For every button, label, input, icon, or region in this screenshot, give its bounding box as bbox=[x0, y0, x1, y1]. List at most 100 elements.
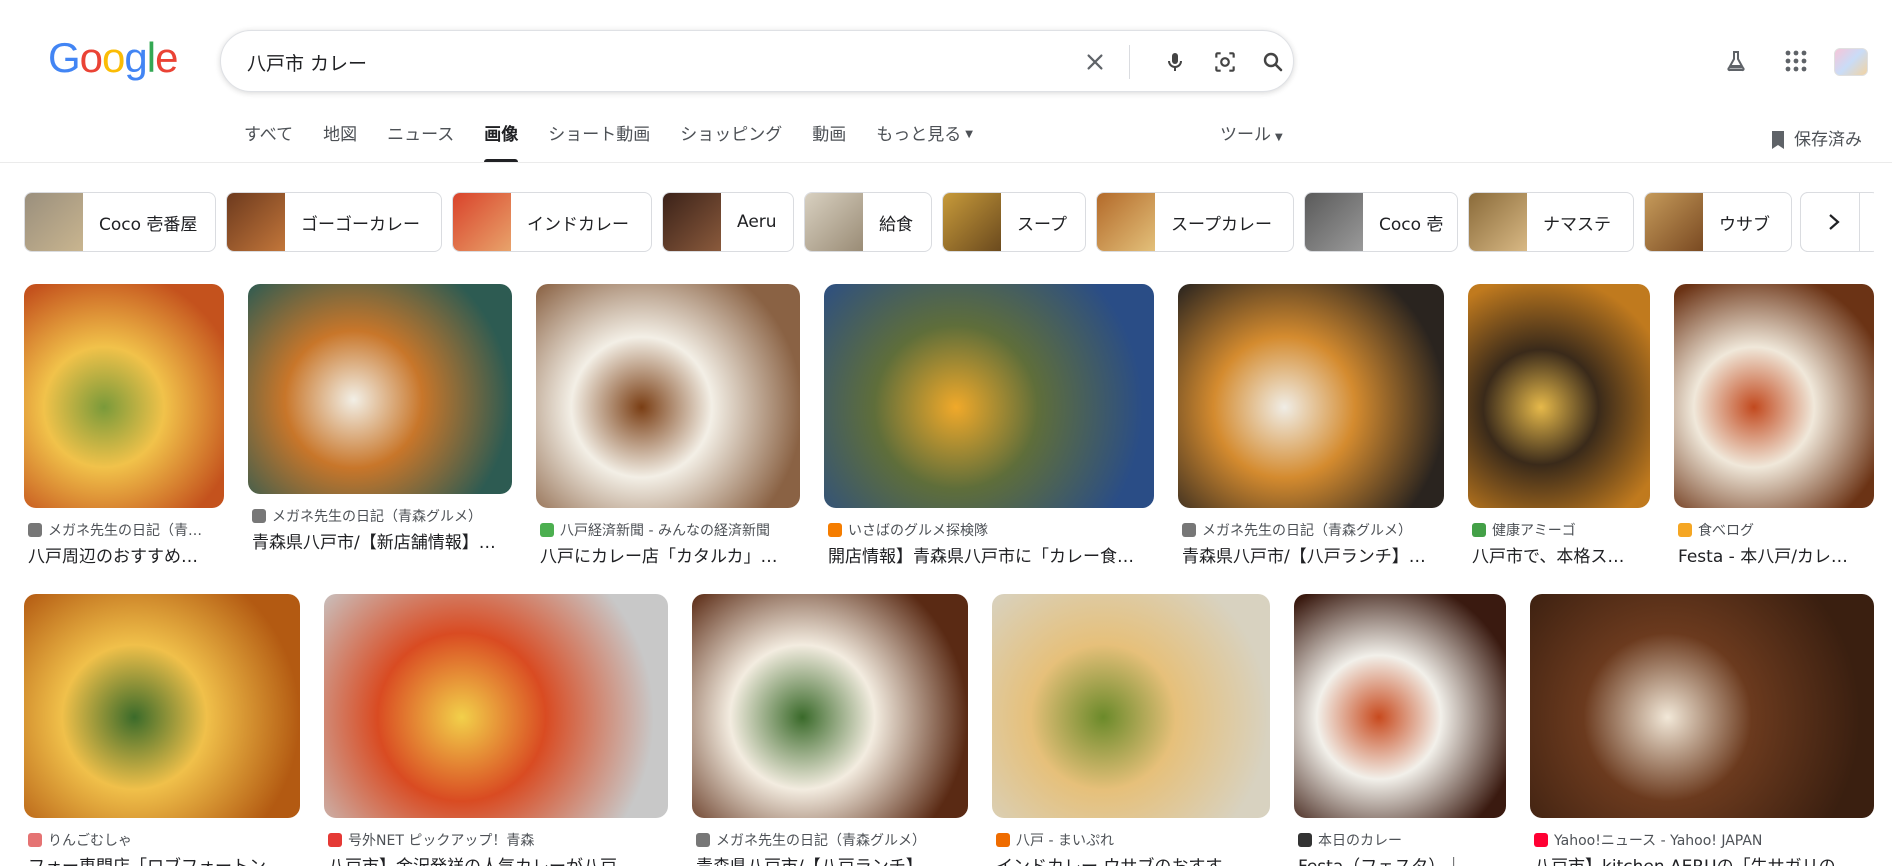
result-thumbnail[interactable] bbox=[1178, 284, 1444, 508]
result-thumbnail[interactable] bbox=[1468, 284, 1650, 508]
result-thumbnail[interactable] bbox=[24, 284, 224, 508]
account-avatar[interactable] bbox=[1834, 48, 1868, 76]
source-name: 食べログ bbox=[1698, 523, 1754, 539]
tab-5[interactable]: ショッピング bbox=[680, 118, 782, 162]
result-title[interactable]: Festa - 本八戸/カレ… bbox=[1678, 542, 1874, 567]
image-result[interactable]: Yahoo!ニュース - Yahoo! JAPAN 八戸市】kitchen AER… bbox=[1530, 594, 1874, 866]
result-title[interactable]: 青森県八戸市/【新店舗情報】… bbox=[252, 528, 512, 553]
google-logo[interactable]: Google bbox=[48, 34, 178, 82]
image-result[interactable]: いさばのグルメ探検隊 開店情報】青森県八戸市に「カレー食… bbox=[824, 284, 1154, 578]
chip-label: Aeru bbox=[737, 212, 777, 232]
image-result[interactable]: 号外NET ピックアップ！青森八戸市】金沢発祥の人気カレーが八戸 bbox=[324, 594, 668, 866]
tab-7[interactable]: もっと見る ▼ bbox=[876, 118, 973, 162]
microphone-icon[interactable] bbox=[1157, 44, 1193, 80]
tab-6[interactable]: 動画 bbox=[812, 118, 846, 162]
image-result[interactable]: 八戸経済新聞 - みんなの経済新聞 八戸にカレー店「カタルカ」… bbox=[536, 284, 800, 578]
chip-3[interactable]: Aeru bbox=[662, 192, 794, 252]
result-source[interactable]: 八戸 - まいぷれ bbox=[996, 830, 1270, 850]
chip-8[interactable]: ナマステ bbox=[1468, 192, 1634, 252]
tab-4[interactable]: ショート動画 bbox=[548, 118, 650, 162]
result-source[interactable]: メガネ先生の日記（青森グルメ） bbox=[252, 506, 512, 526]
image-result[interactable]: メガネ先生の日記（青森グルメ） 青森県八戸市/【八戸ランチ】 bbox=[692, 594, 968, 866]
image-result[interactable]: 健康アミーゴ 八戸市で、本格ス… bbox=[1468, 284, 1650, 578]
result-source[interactable]: りんごむしゃ bbox=[28, 830, 300, 850]
result-thumbnail[interactable] bbox=[248, 284, 512, 494]
image-result[interactable]: 八戸 - まいぷれインドカレー ウサブのおすす bbox=[992, 594, 1270, 866]
tab-0[interactable]: すべて bbox=[244, 118, 293, 162]
result-title[interactable]: インドカレー ウサブのおすす bbox=[996, 852, 1270, 866]
result-source[interactable]: 本日のカレー bbox=[1298, 830, 1506, 850]
result-title[interactable]: 八戸周辺のおすすめ… bbox=[28, 542, 224, 567]
result-source[interactable]: いさばのグルメ探検隊 bbox=[828, 520, 1154, 540]
favicon-icon bbox=[1534, 833, 1548, 847]
saved-button[interactable]: 保存済み bbox=[1770, 126, 1862, 154]
result-source[interactable]: メガネ先生の日記（青森グルメ） bbox=[696, 830, 968, 850]
result-thumbnail[interactable] bbox=[536, 284, 800, 508]
close-icon[interactable] bbox=[1077, 44, 1113, 80]
favicon-icon bbox=[696, 833, 710, 847]
result-thumbnail[interactable] bbox=[1530, 594, 1874, 818]
result-title[interactable]: 八戸市】金沢発祥の人気カレーが八戸 bbox=[328, 852, 668, 866]
image-result[interactable]: メガネ先生の日記（青森グルメ） 青森県八戸市/【新店舗情報】… bbox=[248, 284, 512, 564]
tab-3[interactable]: 画像 bbox=[484, 118, 519, 162]
chip-label: ウサブ bbox=[1719, 214, 1770, 235]
chevron-right-icon[interactable] bbox=[1800, 192, 1860, 252]
search-box bbox=[220, 30, 1294, 92]
favicon-icon bbox=[1182, 523, 1196, 537]
result-title[interactable]: 開店情報】青森県八戸市に「カレー食… bbox=[828, 542, 1154, 567]
chip-label: Coco 壱番屋 bbox=[99, 214, 198, 235]
result-title[interactable]: 八戸市】kitchen AERUの「牛サガリの bbox=[1534, 852, 1874, 866]
search-icon[interactable] bbox=[1255, 44, 1291, 80]
tab-label: ショッピング bbox=[680, 125, 783, 145]
chip-7[interactable]: Coco 壱 bbox=[1304, 192, 1458, 252]
result-thumbnail[interactable] bbox=[1294, 594, 1506, 818]
result-source[interactable]: 号外NET ピックアップ！青森 bbox=[328, 830, 668, 850]
result-thumbnail[interactable] bbox=[324, 594, 668, 818]
tools-button[interactable]: ツール ▼ bbox=[1220, 118, 1283, 155]
chip-4[interactable]: 給食 bbox=[804, 192, 932, 252]
result-title[interactable]: フォー専門店「ロブフォートン bbox=[28, 852, 300, 866]
flask-icon[interactable] bbox=[1718, 43, 1754, 79]
result-source[interactable]: 食べログ bbox=[1678, 520, 1874, 540]
image-result[interactable]: 食べログ Festa - 本八戸/カレ… bbox=[1674, 284, 1874, 578]
tab-2[interactable]: ニュース bbox=[387, 118, 454, 162]
result-thumbnail[interactable] bbox=[1674, 284, 1874, 508]
result-thumbnail[interactable] bbox=[692, 594, 968, 818]
chip-0[interactable]: Coco 壱番屋 bbox=[24, 192, 216, 252]
image-result[interactable]: メガネ先生の日記（青森グルメ） 青森県八戸市/【八戸ランチ】… bbox=[1178, 284, 1444, 578]
chip-label: ゴーゴーカレー bbox=[301, 214, 420, 235]
tab-label: 地図 bbox=[323, 125, 358, 145]
tab-1[interactable]: 地図 bbox=[323, 118, 357, 162]
search-input[interactable] bbox=[247, 47, 1047, 77]
result-title[interactable]: Festa（フェスタ）｜ bbox=[1298, 852, 1506, 866]
tab-label: もっと見る bbox=[876, 125, 962, 145]
source-name: メガネ先生の日記（青森グルメ） bbox=[1202, 523, 1412, 539]
chip-5[interactable]: スープ bbox=[942, 192, 1086, 252]
result-source[interactable]: メガネ先生の日記（青… bbox=[28, 520, 224, 540]
image-result[interactable]: 本日のカレー Festa（フェスタ）｜ bbox=[1294, 594, 1506, 866]
result-source[interactable]: 健康アミーゴ bbox=[1472, 520, 1650, 540]
apps-grid-icon[interactable] bbox=[1778, 43, 1814, 79]
result-title[interactable]: 八戸市で、本格ス… bbox=[1472, 542, 1650, 567]
chip-2[interactable]: インドカレー bbox=[452, 192, 652, 252]
chip-label: 給食 bbox=[879, 214, 913, 235]
result-title[interactable]: 八戸にカレー店「カタルカ」… bbox=[540, 542, 800, 567]
chip-1[interactable]: ゴーゴーカレー bbox=[226, 192, 442, 252]
image-result[interactable]: りんごむしゃフォー専門店「ロブフォートン bbox=[24, 594, 300, 866]
chip-9[interactable]: ウサブ bbox=[1644, 192, 1792, 252]
result-title[interactable]: 青森県八戸市/【八戸ランチ】 bbox=[696, 852, 968, 866]
camera-lens-icon[interactable] bbox=[1207, 44, 1243, 80]
result-source[interactable]: 八戸経済新聞 - みんなの経済新聞 bbox=[540, 520, 800, 540]
result-thumbnail[interactable] bbox=[992, 594, 1270, 818]
result-thumbnail[interactable] bbox=[824, 284, 1154, 508]
source-name: Yahoo!ニュース - Yahoo! JAPAN bbox=[1554, 833, 1763, 849]
result-thumbnail[interactable] bbox=[24, 594, 300, 818]
chip-6[interactable]: スープカレー bbox=[1096, 192, 1294, 252]
result-source[interactable]: Yahoo!ニュース - Yahoo! JAPAN bbox=[1534, 830, 1874, 850]
result-title[interactable]: 青森県八戸市/【八戸ランチ】… bbox=[1182, 542, 1444, 567]
result-source[interactable]: メガネ先生の日記（青森グルメ） bbox=[1182, 520, 1444, 540]
chip-thumbnail bbox=[943, 193, 1001, 251]
favicon-icon bbox=[1298, 833, 1312, 847]
favicon-icon bbox=[28, 523, 42, 537]
image-result[interactable]: メガネ先生の日記（青… 八戸周辺のおすすめ… bbox=[24, 284, 224, 578]
